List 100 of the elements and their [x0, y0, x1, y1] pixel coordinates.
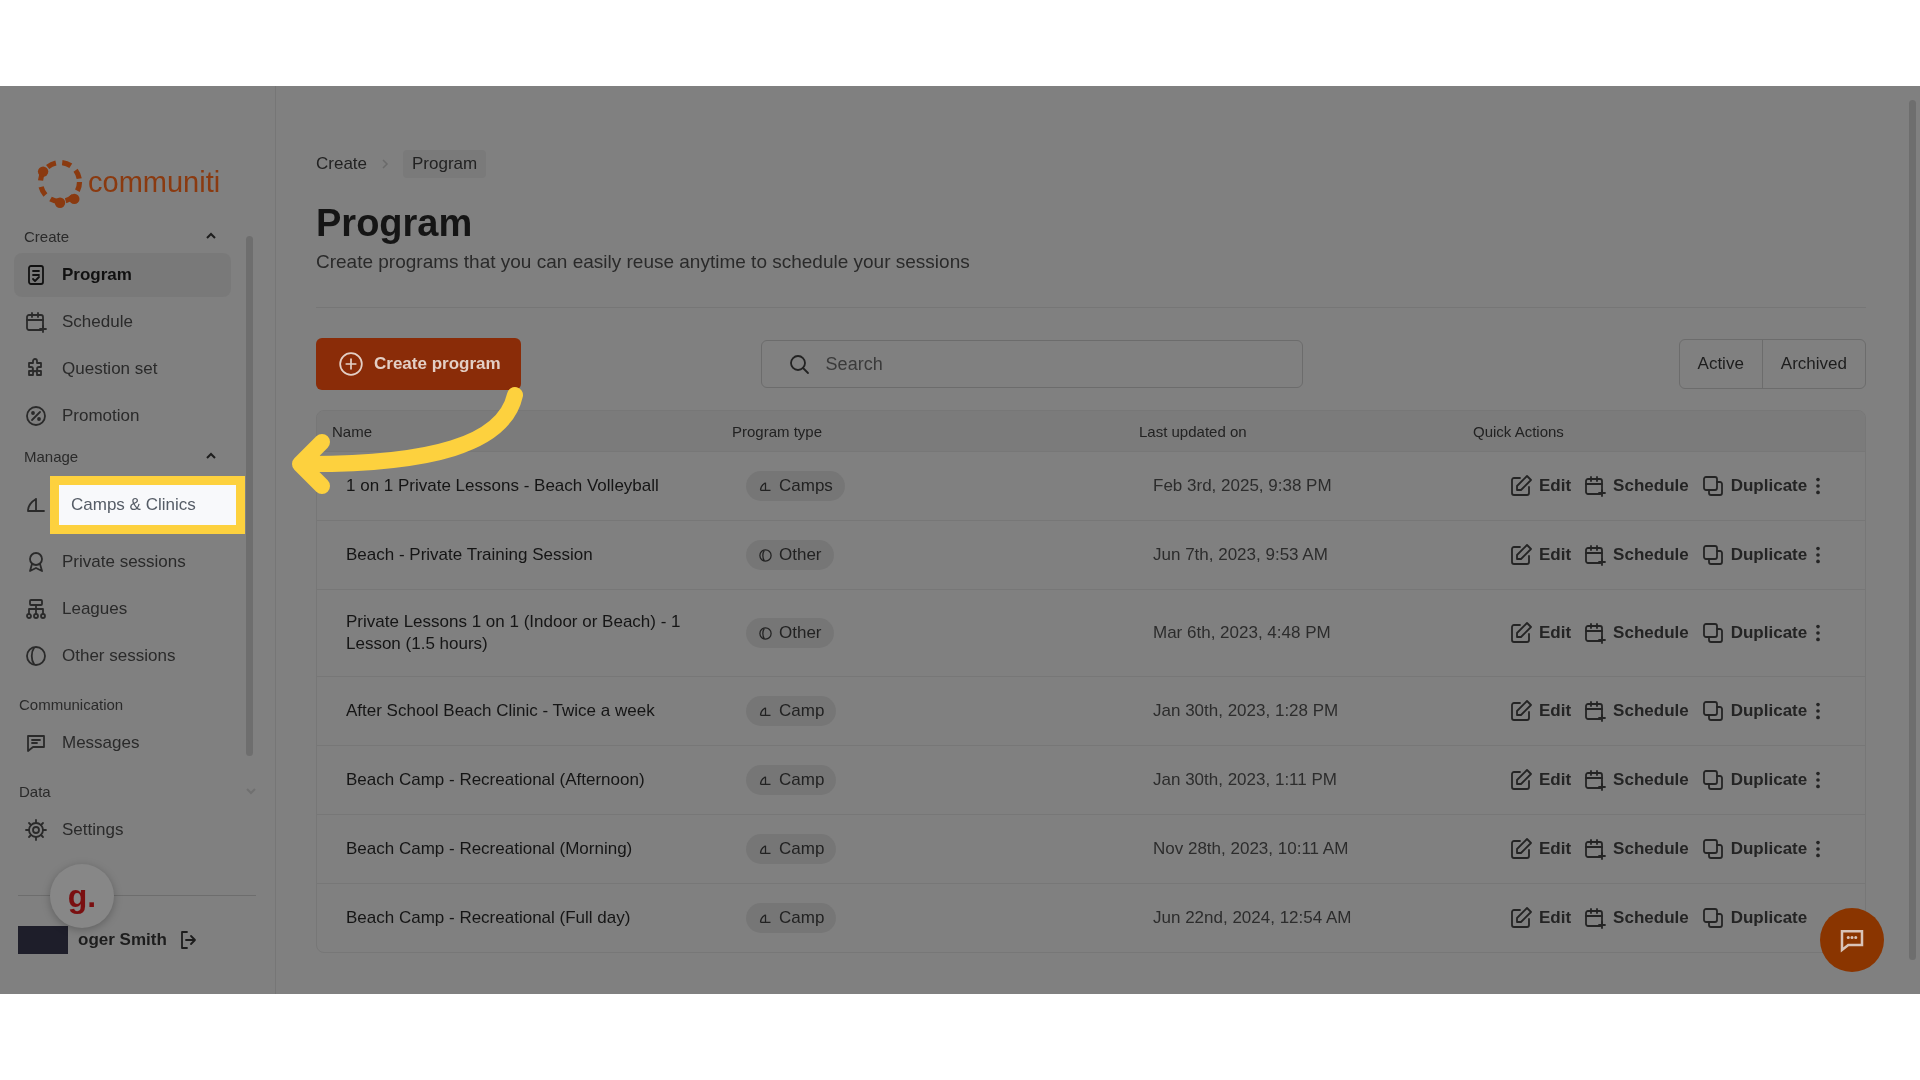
- program-name[interactable]: Beach Camp - Recreational (Morning): [346, 837, 746, 861]
- calendar-plus-icon: [1583, 474, 1608, 498]
- duplicate-icon: [1700, 699, 1725, 723]
- breadcrumb-link[interactable]: Create: [316, 154, 368, 174]
- program-type-tag: Camps: [746, 471, 845, 501]
- updated-date: Jun 7th, 2023, 9:53 AM: [1153, 545, 1329, 565]
- section-heading: Manage: [24, 447, 79, 465]
- program-name[interactable]: Beach - Private Training Session: [346, 543, 746, 567]
- scrollbar[interactable]: [246, 236, 253, 756]
- edit-icon: [1509, 474, 1533, 498]
- duplicate-icon: [1700, 906, 1725, 930]
- sidebar-item[interactable]: Question set: [14, 347, 231, 391]
- sidebar-item[interactable]: Program: [14, 253, 231, 297]
- calendar-plus-icon: [1583, 768, 1608, 792]
- program-name[interactable]: Private Lessons 1 on 1 (Indoor or Beach) - 1 Lesson (1.5 hours): [346, 610, 746, 656]
- updated-date: Feb 3rd, 2025, 9:38 PM: [1153, 476, 1333, 496]
- sidebar-item[interactable]: Leagues: [14, 587, 231, 631]
- duplicate-link[interactable]: Duplicate: [1700, 699, 1808, 723]
- calendar-plus-link[interactable]: Schedule: [1583, 699, 1689, 723]
- calendar-plus-icon: [1583, 837, 1608, 861]
- calendar-plus-icon: [1583, 906, 1608, 930]
- search-field[interactable]: Search: [760, 340, 1303, 388]
- program-type-tag: Camp: [746, 765, 837, 795]
- half-circle-icon: [758, 625, 773, 641]
- program-name[interactable]: After School Beach Clinic - Twice a week: [346, 699, 746, 723]
- duplicate-icon: [1700, 837, 1725, 861]
- filter-tab[interactable]: Active: [1679, 340, 1762, 388]
- edit-link[interactable]: Edit: [1509, 543, 1572, 567]
- program-name[interactable]: Beach Camp - Recreational (Full day): [346, 906, 746, 930]
- section-heading: Communication: [19, 695, 124, 713]
- edit-icon: [1509, 543, 1533, 567]
- calendar-plus-link[interactable]: Schedule: [1583, 543, 1689, 567]
- calendar-plus-link[interactable]: Schedule: [1583, 768, 1689, 792]
- calendar-plus-link[interactable]: Schedule: [1583, 906, 1689, 930]
- avatar-photo-placeholder: [18, 926, 68, 954]
- sidebar-item[interactable]: Other sessions: [14, 634, 231, 678]
- program-type-tag: Camp: [746, 834, 837, 864]
- sidebar-item[interactable]: Promotion: [14, 394, 231, 438]
- calendar-plus-link[interactable]: Schedule: [1583, 474, 1689, 498]
- column-header: Program type: [732, 422, 824, 440]
- section-heading: Data: [19, 782, 51, 800]
- program-name[interactable]: Beach Camp - Recreational (Afternoon): [346, 768, 746, 792]
- percent-icon: [24, 404, 48, 428]
- sidebar-item[interactable]: Schedule: [14, 300, 231, 344]
- user-name: oger Smith: [78, 930, 167, 950]
- edit-icon: [1509, 768, 1533, 792]
- calendar-plus-icon: [1583, 621, 1608, 645]
- duplicate-link[interactable]: Duplicate: [1700, 474, 1808, 498]
- settings-icon: [24, 818, 48, 842]
- hierarchy-icon: [24, 597, 48, 621]
- plus-circle-icon: [338, 351, 364, 377]
- duplicate-link[interactable]: Duplicate: [1700, 906, 1808, 930]
- sidebar-item[interactable]: Private sessions: [14, 540, 231, 584]
- calendar-plus-icon: [1583, 543, 1608, 567]
- edit-link[interactable]: Edit: [1509, 474, 1572, 498]
- edit-icon: [1509, 621, 1533, 645]
- updated-date: Jan 30th, 2023, 1:11 PM: [1153, 770, 1338, 790]
- more-options-icon[interactable]: [1815, 622, 1822, 644]
- sidebar-item[interactable]: Messages: [14, 721, 231, 765]
- updated-date: Nov 28th, 2023, 10:11 AM: [1153, 839, 1350, 859]
- edit-link[interactable]: Edit: [1509, 906, 1572, 930]
- create-program-button[interactable]: Create program: [316, 338, 521, 390]
- more-options-icon[interactable]: [1815, 475, 1822, 497]
- more-options-icon[interactable]: [1815, 838, 1822, 860]
- more-options-icon[interactable]: [1815, 769, 1822, 791]
- page-title: Program: [316, 202, 474, 245]
- sidebar-item[interactable]: Settings: [14, 808, 231, 852]
- program-type-tag: Other: [746, 540, 834, 570]
- filter-tab[interactable]: Archived: [1761, 340, 1865, 388]
- edit-link[interactable]: Edit: [1509, 768, 1572, 792]
- duplicate-link[interactable]: Duplicate: [1700, 837, 1808, 861]
- duplicate-link[interactable]: Duplicate: [1700, 768, 1808, 792]
- updated-date: Jun 22nd, 2024, 12:54 AM: [1153, 908, 1353, 928]
- edit-link[interactable]: Edit: [1509, 621, 1572, 645]
- program-type-tag: Other: [746, 618, 834, 648]
- edit-link[interactable]: Edit: [1509, 699, 1572, 723]
- edit-link[interactable]: Edit: [1509, 837, 1572, 861]
- column-header: Quick Actions: [1473, 422, 1565, 440]
- calendar-plus-link[interactable]: Schedule: [1583, 621, 1689, 645]
- duplicate-icon: [1700, 621, 1725, 645]
- breadcrumb-link[interactable]: Program: [403, 150, 487, 178]
- duplicate-link[interactable]: Duplicate: [1700, 543, 1808, 567]
- updated-date: Mar 6th, 2023, 4:48 PM: [1153, 623, 1332, 643]
- program-name[interactable]: 1 on 1 Private Lessons - Beach Volleyball: [346, 474, 746, 498]
- more-options-icon[interactable]: [1815, 544, 1822, 566]
- half-circle-icon: [758, 547, 773, 563]
- page-subtitle: Create programs that you can easily reuse anytime to schedule your sessions: [316, 251, 971, 273]
- edit-icon: [1509, 837, 1533, 861]
- duplicate-link[interactable]: Duplicate: [1700, 621, 1808, 645]
- calendar-plus-link[interactable]: Schedule: [1583, 837, 1689, 861]
- column-header: Last updated on: [1139, 422, 1248, 440]
- updated-date: Jan 30th, 2023, 1:28 PM: [1153, 701, 1340, 721]
- duplicate-icon: [1700, 543, 1725, 567]
- program-type-tag: Camp: [746, 696, 837, 726]
- calendar-plus-icon: [1583, 699, 1608, 723]
- column-header: Name: [332, 422, 373, 440]
- duplicate-icon: [1700, 474, 1725, 498]
- edit-icon: [1509, 699, 1533, 723]
- more-options-icon[interactable]: [1815, 700, 1822, 722]
- widget-badge[interactable]: g.: [50, 864, 114, 928]
